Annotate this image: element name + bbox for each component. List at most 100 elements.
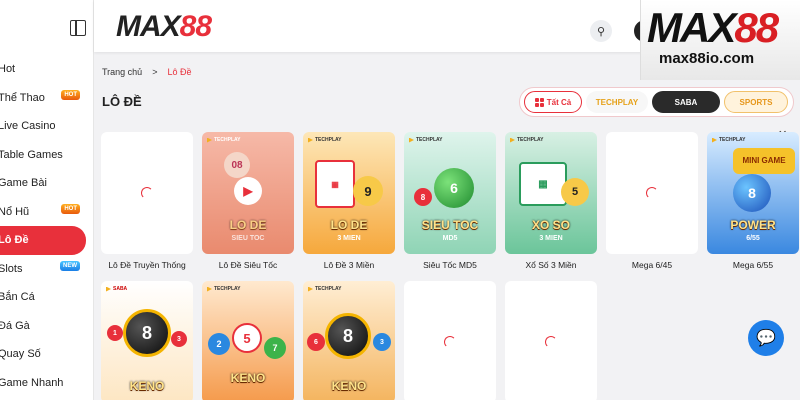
page: Hot Thể Thao HOT Live Casino Table Games … xyxy=(0,0,800,400)
lottery-ball-icon: 3 xyxy=(171,331,187,347)
provider-tag: TECHPLAY xyxy=(510,137,544,143)
provider-tag: TECHPLAY xyxy=(207,137,241,143)
sidebar-item-label: Nổ Hũ xyxy=(0,205,30,218)
breadcrumb-current: Lô Đề xyxy=(167,67,192,77)
game-thumbnail[interactable]: TECHPLAY 6 8 SIEU TOC MD5 xyxy=(404,132,496,254)
lottery-ball-icon: 8 xyxy=(733,174,771,212)
brand-logo: MAX88 xyxy=(647,4,779,51)
game-thumbnail[interactable]: SABA 8 1 3 KENO xyxy=(101,281,193,400)
game-art-title: LO DE xyxy=(229,218,267,232)
hot-badge: HOT xyxy=(61,203,80,214)
sidebar-item-live-casino[interactable]: Live Casino xyxy=(0,112,94,141)
sidebar-collapse-icon[interactable] xyxy=(70,20,86,36)
game-thumbnail[interactable] xyxy=(606,132,698,254)
play-icon[interactable]: ▶ xyxy=(234,177,262,205)
sidebar: Hot Thể Thao HOT Live Casino Table Games … xyxy=(0,0,94,400)
game-card[interactable]: Mega 6/45 xyxy=(606,132,698,270)
game-card[interactable]: Lô Đề Truyền Thống xyxy=(101,132,193,270)
game-art-title: KENO xyxy=(331,379,367,393)
page-title: LÔ ĐỀ xyxy=(102,94,142,109)
game-thumbnail[interactable]: TECHPLAY ▦ 9 LO DE 3 MIEN xyxy=(303,132,395,254)
sidebar-item-ban-ca[interactable]: Bắn Cá xyxy=(0,283,94,312)
sidebar-nav: Hot Thể Thao HOT Live Casino Table Games … xyxy=(0,55,94,397)
game-art-subtitle: 3 MIEN xyxy=(337,235,361,242)
provider-saba-button[interactable]: SABA xyxy=(652,91,720,113)
lottery-ball-icon: 2 xyxy=(208,333,230,355)
chat-icon[interactable]: 💬 xyxy=(748,320,784,356)
game-thumbnail[interactable]: TECHPLAY MINI GAME 8 POWER 6/55 xyxy=(707,132,799,254)
sidebar-item-lo-de[interactable]: Lô Đề xyxy=(0,226,86,255)
game-card[interactable]: TECHPLAY MINI GAME 8 POWER 6/55 Mega 6/5… xyxy=(707,132,799,270)
game-art-title: KENO xyxy=(129,379,165,393)
provider-techplay-button[interactable]: TECHPLAY xyxy=(586,91,648,113)
sidebar-item-label: Đá Gà xyxy=(0,319,30,332)
sidebar-item-no-hu[interactable]: Nổ Hũ HOT xyxy=(0,198,94,227)
provider-tag: TECHPLAY xyxy=(712,137,746,143)
game-thumbnail[interactable]: TECHPLAY 5 2 7 KENO xyxy=(202,281,294,400)
new-badge: NEW xyxy=(60,260,80,271)
breadcrumb-separator: > xyxy=(152,67,158,77)
provider-tag: TECHPLAY xyxy=(308,137,342,143)
sidebar-item-game-bai[interactable]: Game Bài xyxy=(0,169,94,198)
sidebar-item-slots[interactable]: Slots NEW xyxy=(0,255,94,284)
game-card[interactable]: TECHPLAY ▦ 5 XO SO 3 MIEN Xổ Số 3 Miền xyxy=(505,132,597,270)
lottery-ball-icon: 6 xyxy=(307,333,325,351)
game-card[interactable]: TECHPLAY 08 ▶ LO DE SIEU TOC Lô Đề Siêu … xyxy=(202,132,294,270)
sidebar-item-label: Hot xyxy=(0,63,16,76)
sidebar-item-game-nhanh[interactable]: Game Nhanh xyxy=(0,369,94,398)
game-thumbnail[interactable] xyxy=(101,132,193,254)
game-card[interactable] xyxy=(404,281,496,400)
provider-all-label: Tất Cả xyxy=(546,97,572,107)
provider-saba-label: SABA xyxy=(674,97,698,107)
loading-spinner-icon xyxy=(141,187,153,199)
sidebar-item-label: Lô Đề xyxy=(0,234,29,247)
game-card[interactable] xyxy=(505,281,597,400)
game-card[interactable]: SABA 8 1 3 KENO xyxy=(101,281,193,400)
game-thumbnail[interactable]: TECHPLAY 08 ▶ LO DE SIEU TOC xyxy=(202,132,294,254)
breadcrumb-home[interactable]: Trang chủ xyxy=(102,67,142,77)
sidebar-item-label: Thể Thao xyxy=(0,91,45,104)
site-logo[interactable]: MAX88 xyxy=(116,10,212,44)
loading-spinner-icon xyxy=(646,187,658,199)
game-card[interactable]: TECHPLAY 8 6 3 KENO xyxy=(303,281,395,400)
sidebar-item-label: Quay Số xyxy=(0,348,41,361)
sidebar-item-da-ga[interactable]: Đá Gà xyxy=(0,312,94,341)
provider-filter: Tất Cả TECHPLAY SABA SPORTS xyxy=(519,87,794,117)
provider-all-button[interactable]: Tất Cả xyxy=(524,91,582,113)
game-thumbnail[interactable]: TECHPLAY ▦ 5 XO SO 3 MIEN xyxy=(505,132,597,254)
sidebar-item-label: Table Games xyxy=(0,148,63,161)
game-thumbnail[interactable] xyxy=(505,281,597,400)
game-card[interactable]: TECHPLAY 6 8 SIEU TOC MD5 Siêu Tốc MD5 xyxy=(404,132,496,270)
game-label: Mega 6/55 xyxy=(732,260,774,270)
search-icon[interactable]: ⚲ xyxy=(590,20,612,42)
brand-watermark: MAX88 max88io.com xyxy=(640,0,800,80)
game-thumbnail[interactable] xyxy=(404,281,496,400)
provider-sports-label: SPORTS xyxy=(739,97,773,107)
breadcrumb: Trang chủ > Lô Đề xyxy=(102,67,192,77)
loading-spinner-icon xyxy=(545,336,557,348)
provider-techplay-label: TECHPLAY xyxy=(595,97,639,107)
provider-sports-button[interactable]: SPORTS xyxy=(724,91,788,113)
game-label: Lô Đề 3 Miền xyxy=(323,260,375,270)
game-art-title: POWER xyxy=(730,218,776,232)
game-thumbnail[interactable]: TECHPLAY 8 6 3 KENO xyxy=(303,281,395,400)
game-card[interactable]: TECHPLAY ▦ 9 LO DE 3 MIEN Lô Đề 3 Miền xyxy=(303,132,395,270)
game-art-subtitle: 6/55 xyxy=(746,235,760,242)
game-art-title: KENO xyxy=(230,371,266,385)
sidebar-item-label: Game Nhanh xyxy=(0,376,64,389)
game-art-title: XO SO xyxy=(531,218,570,232)
lottery-ball-icon: 8 xyxy=(414,188,432,206)
game-card[interactable]: TECHPLAY 5 2 7 KENO xyxy=(202,281,294,400)
game-art-subtitle: 3 MIEN xyxy=(539,235,563,242)
sidebar-item-hot[interactable]: Hot xyxy=(0,55,94,84)
game-label: Lô Đề Siêu Tốc xyxy=(218,260,278,270)
lottery-ball-icon: 6 xyxy=(434,168,474,208)
sidebar-item-table-games[interactable]: Table Games xyxy=(0,141,94,170)
lottery-ball-icon: 5 xyxy=(232,323,262,353)
game-label: Siêu Tốc MD5 xyxy=(423,260,477,270)
sidebar-item-label: Game Bài xyxy=(0,177,47,190)
mini-game-badge: MINI GAME xyxy=(733,148,795,174)
sidebar-item-the-thao[interactable]: Thể Thao HOT xyxy=(0,84,94,113)
sidebar-item-quay-so[interactable]: Quay Số xyxy=(0,340,94,369)
provider-tag: TECHPLAY xyxy=(409,137,443,143)
